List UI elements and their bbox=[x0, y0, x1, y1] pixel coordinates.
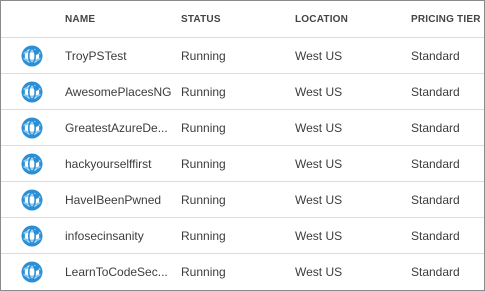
site-pricing-tier: Standard bbox=[411, 37, 484, 74]
site-location: West US bbox=[295, 73, 411, 110]
table-row[interactable]: infosecinsanity Running West US Standard bbox=[1, 217, 484, 254]
site-name[interactable]: HaveIBeenPwned bbox=[65, 181, 181, 218]
site-status: Running bbox=[181, 73, 295, 110]
site-location: West US bbox=[295, 264, 343, 279]
row-icon-cell bbox=[1, 145, 65, 182]
website-globe-icon bbox=[21, 117, 43, 138]
site-name[interactable]: AwesomePlacesNG bbox=[65, 73, 181, 110]
website-globe-icon bbox=[21, 225, 43, 246]
row-icon-cell bbox=[1, 217, 65, 254]
table-row[interactable]: TroyPSTest Running West US Standard bbox=[1, 37, 484, 74]
site-name[interactable]: GreatestAzureDe... bbox=[65, 109, 181, 146]
row-icon-cell bbox=[1, 73, 65, 110]
site-status: Running bbox=[181, 217, 295, 254]
header-location[interactable]: LOCATION bbox=[295, 1, 411, 38]
site-status: Running bbox=[181, 109, 295, 146]
site-name[interactable]: hackyourselffirst bbox=[65, 145, 181, 182]
row-icon-cell bbox=[1, 181, 65, 218]
row-icon-cell bbox=[1, 37, 65, 74]
row-icon-cell bbox=[1, 109, 65, 146]
websites-list-panel: NAME STATUS LOCATION PRICING TIER TroyPS… bbox=[0, 0, 485, 291]
table-row[interactable]: LearnToCodeSec... Running West US Standa… bbox=[1, 254, 484, 290]
table-row[interactable]: AwesomePlacesNG Running West US Standard bbox=[1, 73, 484, 110]
site-status: Running bbox=[181, 181, 295, 218]
website-globe-icon bbox=[21, 81, 43, 102]
site-location: West US bbox=[295, 181, 411, 218]
site-pricing-tier: Standard bbox=[411, 145, 484, 182]
websites-table: NAME STATUS LOCATION PRICING TIER TroyPS… bbox=[1, 1, 484, 289]
row-icon-cell bbox=[1, 254, 65, 290]
site-name[interactable]: TroyPSTest bbox=[65, 37, 181, 74]
site-pricing-tier: Standard bbox=[411, 264, 460, 279]
site-pricing-tier: Standard bbox=[411, 109, 484, 146]
site-status: Running bbox=[181, 37, 295, 74]
site-location: West US bbox=[295, 109, 411, 146]
table-header-row: NAME STATUS LOCATION PRICING TIER bbox=[1, 1, 484, 38]
site-pricing-tier: Standard bbox=[411, 181, 484, 218]
table-row[interactable]: GreatestAzureDe... Running West US Stand… bbox=[1, 109, 484, 146]
header-icon-column bbox=[1, 1, 65, 38]
website-globe-icon bbox=[21, 189, 43, 210]
site-name[interactable]: LearnToCodeSec... bbox=[65, 254, 181, 290]
header-name[interactable]: NAME bbox=[65, 1, 181, 38]
website-globe-icon bbox=[21, 45, 43, 66]
site-location: West US bbox=[295, 145, 411, 182]
header-pricing-tier[interactable]: PRICING TIER bbox=[411, 1, 484, 38]
site-pricing-tier: Standard bbox=[411, 217, 484, 254]
table-row[interactable]: HaveIBeenPwned Running West US Standard bbox=[1, 181, 484, 218]
site-location: West US bbox=[295, 37, 411, 74]
site-name[interactable]: infosecinsanity bbox=[65, 217, 181, 254]
header-status[interactable]: STATUS bbox=[181, 1, 295, 38]
website-globe-icon bbox=[21, 261, 43, 282]
site-status: Running bbox=[181, 264, 226, 279]
site-status: Running bbox=[181, 145, 295, 182]
site-location: West US bbox=[295, 217, 411, 254]
table-body: TroyPSTest Running West US Standard Awes… bbox=[1, 37, 484, 290]
website-globe-icon bbox=[21, 153, 43, 174]
table-row[interactable]: hackyourselffirst Running West US Standa… bbox=[1, 145, 484, 182]
site-pricing-tier: Standard bbox=[411, 73, 484, 110]
